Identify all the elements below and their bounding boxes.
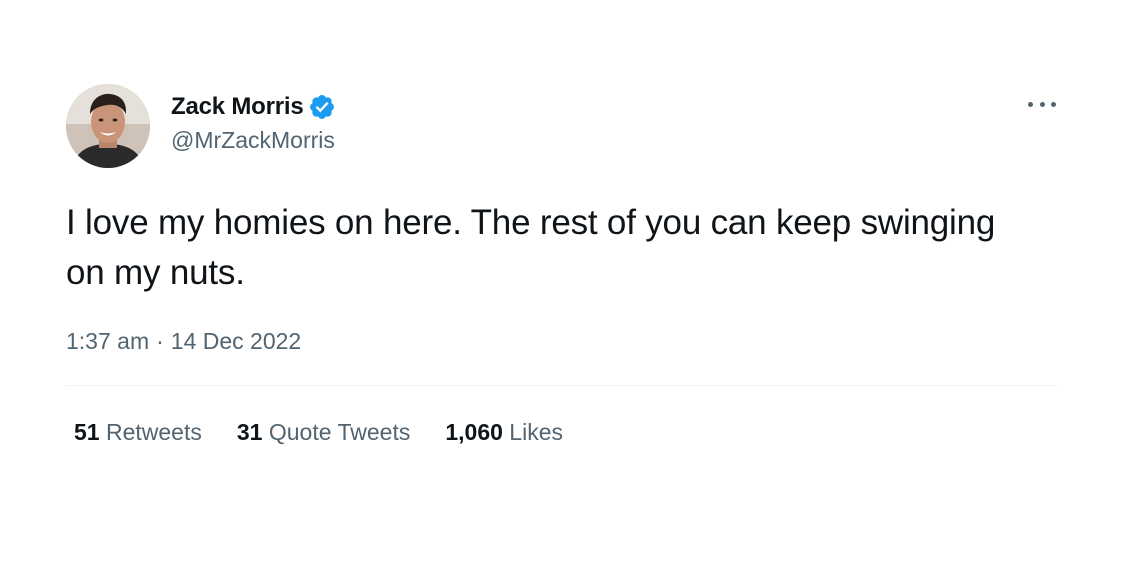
author-names: Zack Morris @MrZackMorris [171,92,336,154]
likes-count: 1,060 [445,418,503,445]
likes-label: Likes [509,418,563,445]
retweets-count: 51 [74,418,100,445]
display-name[interactable]: Zack Morris [171,93,304,121]
meta-separator: · [156,327,164,354]
verified-badge-icon [308,93,336,121]
quote-tweets-count: 31 [236,418,263,445]
retweets-stat[interactable]: 51 Retweets [74,419,202,446]
tweet-time[interactable]: 1:37 am [66,328,149,355]
divider [66,385,1058,386]
retweets-label: Retweets [105,418,202,445]
more-dot [1051,101,1056,107]
tweet-header: Zack Morris @MrZackMorris [66,84,1058,168]
likes-stat[interactable]: 1,060 Likes [445,419,563,446]
avatar-photo [66,84,150,168]
more-dot [1028,101,1033,107]
author-handle[interactable]: @MrZackMorris [171,127,336,154]
tweet-stats: 51 Retweets 31 Quote Tweets 1,060 Likes [66,417,1058,447]
tweet-date[interactable]: 14 Dec 2022 [171,328,301,355]
name-row: Zack Morris [171,92,336,122]
tweet-card: Zack Morris @MrZackMorris I love my homi… [66,84,1058,447]
tweet-timestamp[interactable]: 1:37 am · 14 Dec 2022 [66,326,1058,356]
tweet-text: I love my homies on here. The rest of yo… [66,203,996,292]
more-dot [1039,101,1045,107]
quote-tweets-label: Quote Tweets [268,418,411,445]
quote-tweets-stat[interactable]: 31 Quote Tweets [237,419,410,446]
more-options-icon[interactable] [1028,94,1056,114]
avatar[interactable] [66,84,150,168]
